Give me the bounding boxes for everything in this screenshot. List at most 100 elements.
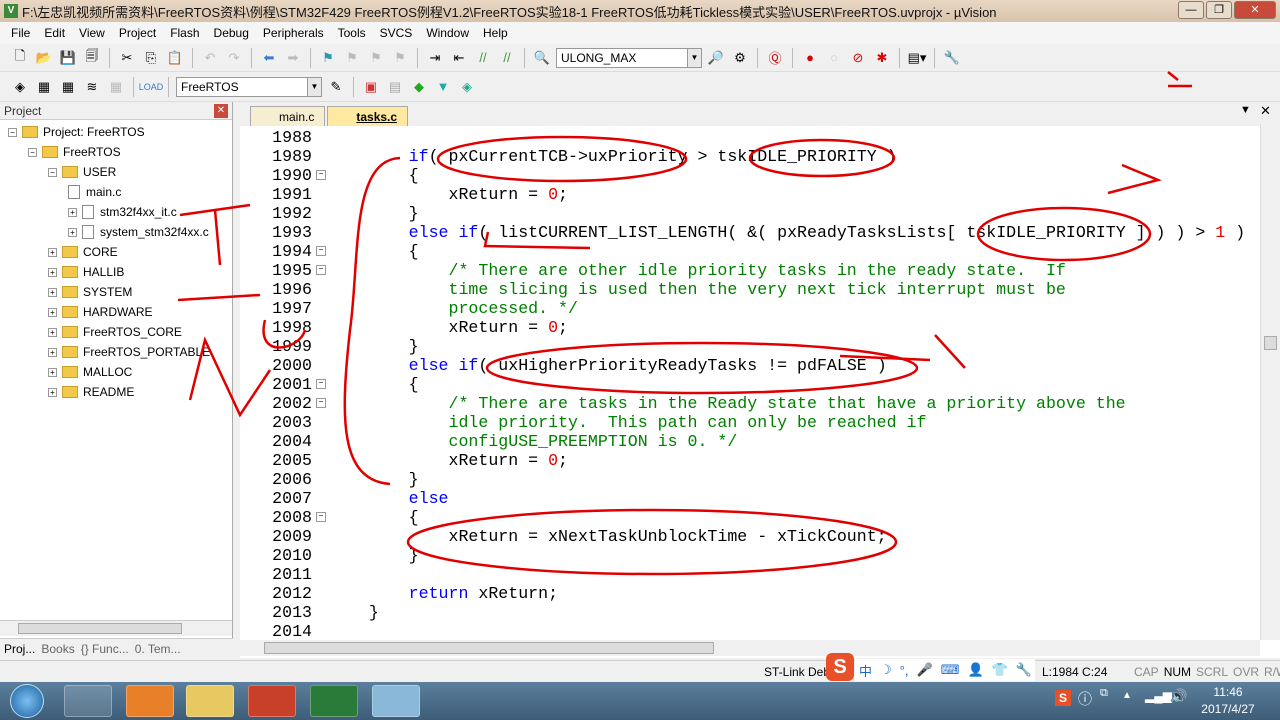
indent-icon[interactable]: ⇥ xyxy=(425,48,445,68)
fold-toggle-icon[interactable]: − xyxy=(316,246,326,256)
save-all-icon[interactable]: 🗐 xyxy=(82,48,102,68)
tree-group-user[interactable]: − USER xyxy=(48,162,116,182)
tree-file[interactable]: + stm32f4xx_it.c xyxy=(68,202,177,222)
disable-all-breakpoints-icon[interactable]: ⊘ xyxy=(848,48,868,68)
bookmark-icon[interactable]: ⚑ xyxy=(318,48,338,68)
tree-group[interactable]: + HARDWARE xyxy=(48,302,153,322)
tray-network-adapter-icon[interactable]: ⧉ xyxy=(1100,687,1108,700)
find-in-files-icon[interactable]: 🔍 xyxy=(532,48,552,68)
fold-toggle-icon[interactable]: − xyxy=(316,512,326,522)
redo-icon[interactable]: ↷ xyxy=(224,48,244,68)
disable-breakpoint-icon[interactable]: ○ xyxy=(824,48,844,68)
select-packs-icon[interactable]: ▤ xyxy=(385,77,405,97)
clock[interactable]: 11:46 2017/4/27 xyxy=(1196,684,1260,718)
taskbar-app-pdf[interactable] xyxy=(126,685,174,717)
keyboard-icon[interactable]: ⌨ xyxy=(941,662,960,678)
tree-project-root[interactable]: − Project: FreeRTOS xyxy=(8,122,145,142)
build-icon[interactable]: ▦ xyxy=(34,77,54,97)
menu-file[interactable]: File xyxy=(4,26,37,40)
window-layout-icon[interactable]: ▤▾ xyxy=(907,48,927,68)
stop-build-icon[interactable]: ▦ xyxy=(106,77,126,97)
batch-build-icon[interactable]: ≋ xyxy=(82,77,102,97)
editor-vertical-scrollbar[interactable] xyxy=(1260,124,1280,640)
chevron-down-icon[interactable]: ▼ xyxy=(687,48,701,67)
fold-toggle-icon[interactable]: − xyxy=(316,170,326,180)
expand-toggle-icon[interactable]: + xyxy=(48,387,57,397)
menu-project[interactable]: Project xyxy=(112,26,163,40)
tray-sogou-icon[interactable]: S xyxy=(1055,690,1071,706)
menu-view[interactable]: View xyxy=(72,26,112,40)
tree-file[interactable]: main.c xyxy=(68,182,121,202)
tree-group[interactable]: + FreeRTOS_CORE xyxy=(48,322,182,342)
target-select[interactable]: FreeRTOS ▼ xyxy=(176,76,322,97)
close-editor-icon[interactable]: ✕ xyxy=(1260,103,1271,119)
tree-group[interactable]: + README xyxy=(48,382,134,402)
start-button[interactable] xyxy=(10,684,44,718)
tree-group[interactable]: + CORE xyxy=(48,242,118,262)
tree-group[interactable]: + MALLOC xyxy=(48,362,132,382)
undo-icon[interactable]: ↶ xyxy=(200,48,220,68)
taskbar-app-uvision[interactable] xyxy=(310,685,358,717)
menu-window[interactable]: Window xyxy=(419,26,476,40)
sogou-ime-icon[interactable]: S xyxy=(826,653,854,681)
taskbar-app-explorer[interactable] xyxy=(186,685,234,717)
close-panel-icon[interactable]: ✕ xyxy=(214,103,228,118)
rebuild-icon[interactable]: ▦ xyxy=(58,77,78,97)
expand-toggle-icon[interactable]: + xyxy=(68,227,77,237)
expand-toggle-icon[interactable]: + xyxy=(48,247,57,257)
packs-icon[interactable]: ◈ xyxy=(457,77,477,97)
target-options-icon[interactable]: ✎ xyxy=(326,77,346,97)
unindent-icon[interactable]: ⇤ xyxy=(449,48,469,68)
panel-tab-3[interactable]: 0. Tem... xyxy=(135,642,181,656)
next-bookmark-icon[interactable]: ⚑ xyxy=(366,48,386,68)
cut-icon[interactable]: ✂ xyxy=(117,48,137,68)
expand-toggle-icon[interactable]: − xyxy=(28,147,37,157)
translate-icon[interactable]: ◈ xyxy=(10,77,30,97)
copy-icon[interactable]: ⎘ xyxy=(141,48,161,68)
close-button[interactable]: ✕ xyxy=(1234,1,1276,19)
paste-icon[interactable]: 📋 xyxy=(165,48,185,68)
expand-toggle-icon[interactable]: + xyxy=(48,267,57,277)
breakpoint-icon[interactable]: ● xyxy=(800,48,820,68)
tree-target[interactable]: − FreeRTOS xyxy=(28,142,121,162)
menu-help[interactable]: Help xyxy=(476,26,515,40)
new-file-icon[interactable]: 🗋 xyxy=(10,48,30,68)
taskbar-app-powerpoint[interactable] xyxy=(248,685,296,717)
wrench-icon[interactable]: 🔧 xyxy=(1016,662,1032,678)
skin-icon[interactable]: 👕 xyxy=(992,662,1008,678)
tab-list-dropdown-icon[interactable]: ▼ xyxy=(1240,104,1251,116)
menu-tools[interactable]: Tools xyxy=(331,26,373,40)
tray-expand-icon[interactable]: ▲ xyxy=(1122,690,1132,701)
taskbar-app-other[interactable] xyxy=(372,685,420,717)
menu-edit[interactable]: Edit xyxy=(37,26,72,40)
taskbar-app-notepadpp[interactable] xyxy=(64,685,112,717)
fold-toggle-icon[interactable]: − xyxy=(316,398,326,408)
microphone-icon[interactable]: 🎤 xyxy=(916,662,932,678)
uncomment-icon[interactable]: // xyxy=(497,48,517,68)
code-view[interactable]: 1988 1989 if( pxCurrentTCB->uxPriority > … xyxy=(240,128,1260,640)
expand-toggle-icon[interactable]: + xyxy=(48,327,57,337)
tray-signal-icon[interactable]: ▂▄▆ xyxy=(1145,689,1172,703)
prev-bookmark-icon[interactable]: ⚑ xyxy=(342,48,362,68)
tray-help-icon[interactable]: ⓘ xyxy=(1078,689,1092,709)
run-environment-icon[interactable]: ◆ xyxy=(409,77,429,97)
nav-back-icon[interactable]: ⬅ xyxy=(259,48,279,68)
ime-language[interactable]: 中 xyxy=(859,661,872,680)
menu-debug[interactable]: Debug xyxy=(207,26,256,40)
editor-horizontal-scrollbar[interactable] xyxy=(240,640,1260,656)
configure-icon[interactable]: 🔧 xyxy=(942,48,962,68)
panel-tab-1[interactable]: Books xyxy=(41,642,74,656)
minimize-button[interactable]: — xyxy=(1178,1,1204,19)
save-icon[interactable]: 💾 xyxy=(58,48,78,68)
tree-group[interactable]: + HALLIB xyxy=(48,262,124,282)
tree-horizontal-scrollbar[interactable] xyxy=(0,620,232,636)
comment-icon[interactable]: // xyxy=(473,48,493,68)
expand-toggle-icon[interactable]: − xyxy=(48,167,57,177)
tree-group[interactable]: + SYSTEM xyxy=(48,282,132,302)
punctuation-icon[interactable]: °, xyxy=(900,663,909,678)
menu-flash[interactable]: Flash xyxy=(163,26,206,40)
fold-toggle-icon[interactable]: − xyxy=(316,379,326,389)
kill-breakpoints-icon[interactable]: ✱ xyxy=(872,48,892,68)
find-icon[interactable]: 🔎 xyxy=(706,48,726,68)
nav-forward-icon[interactable]: ➡ xyxy=(283,48,303,68)
